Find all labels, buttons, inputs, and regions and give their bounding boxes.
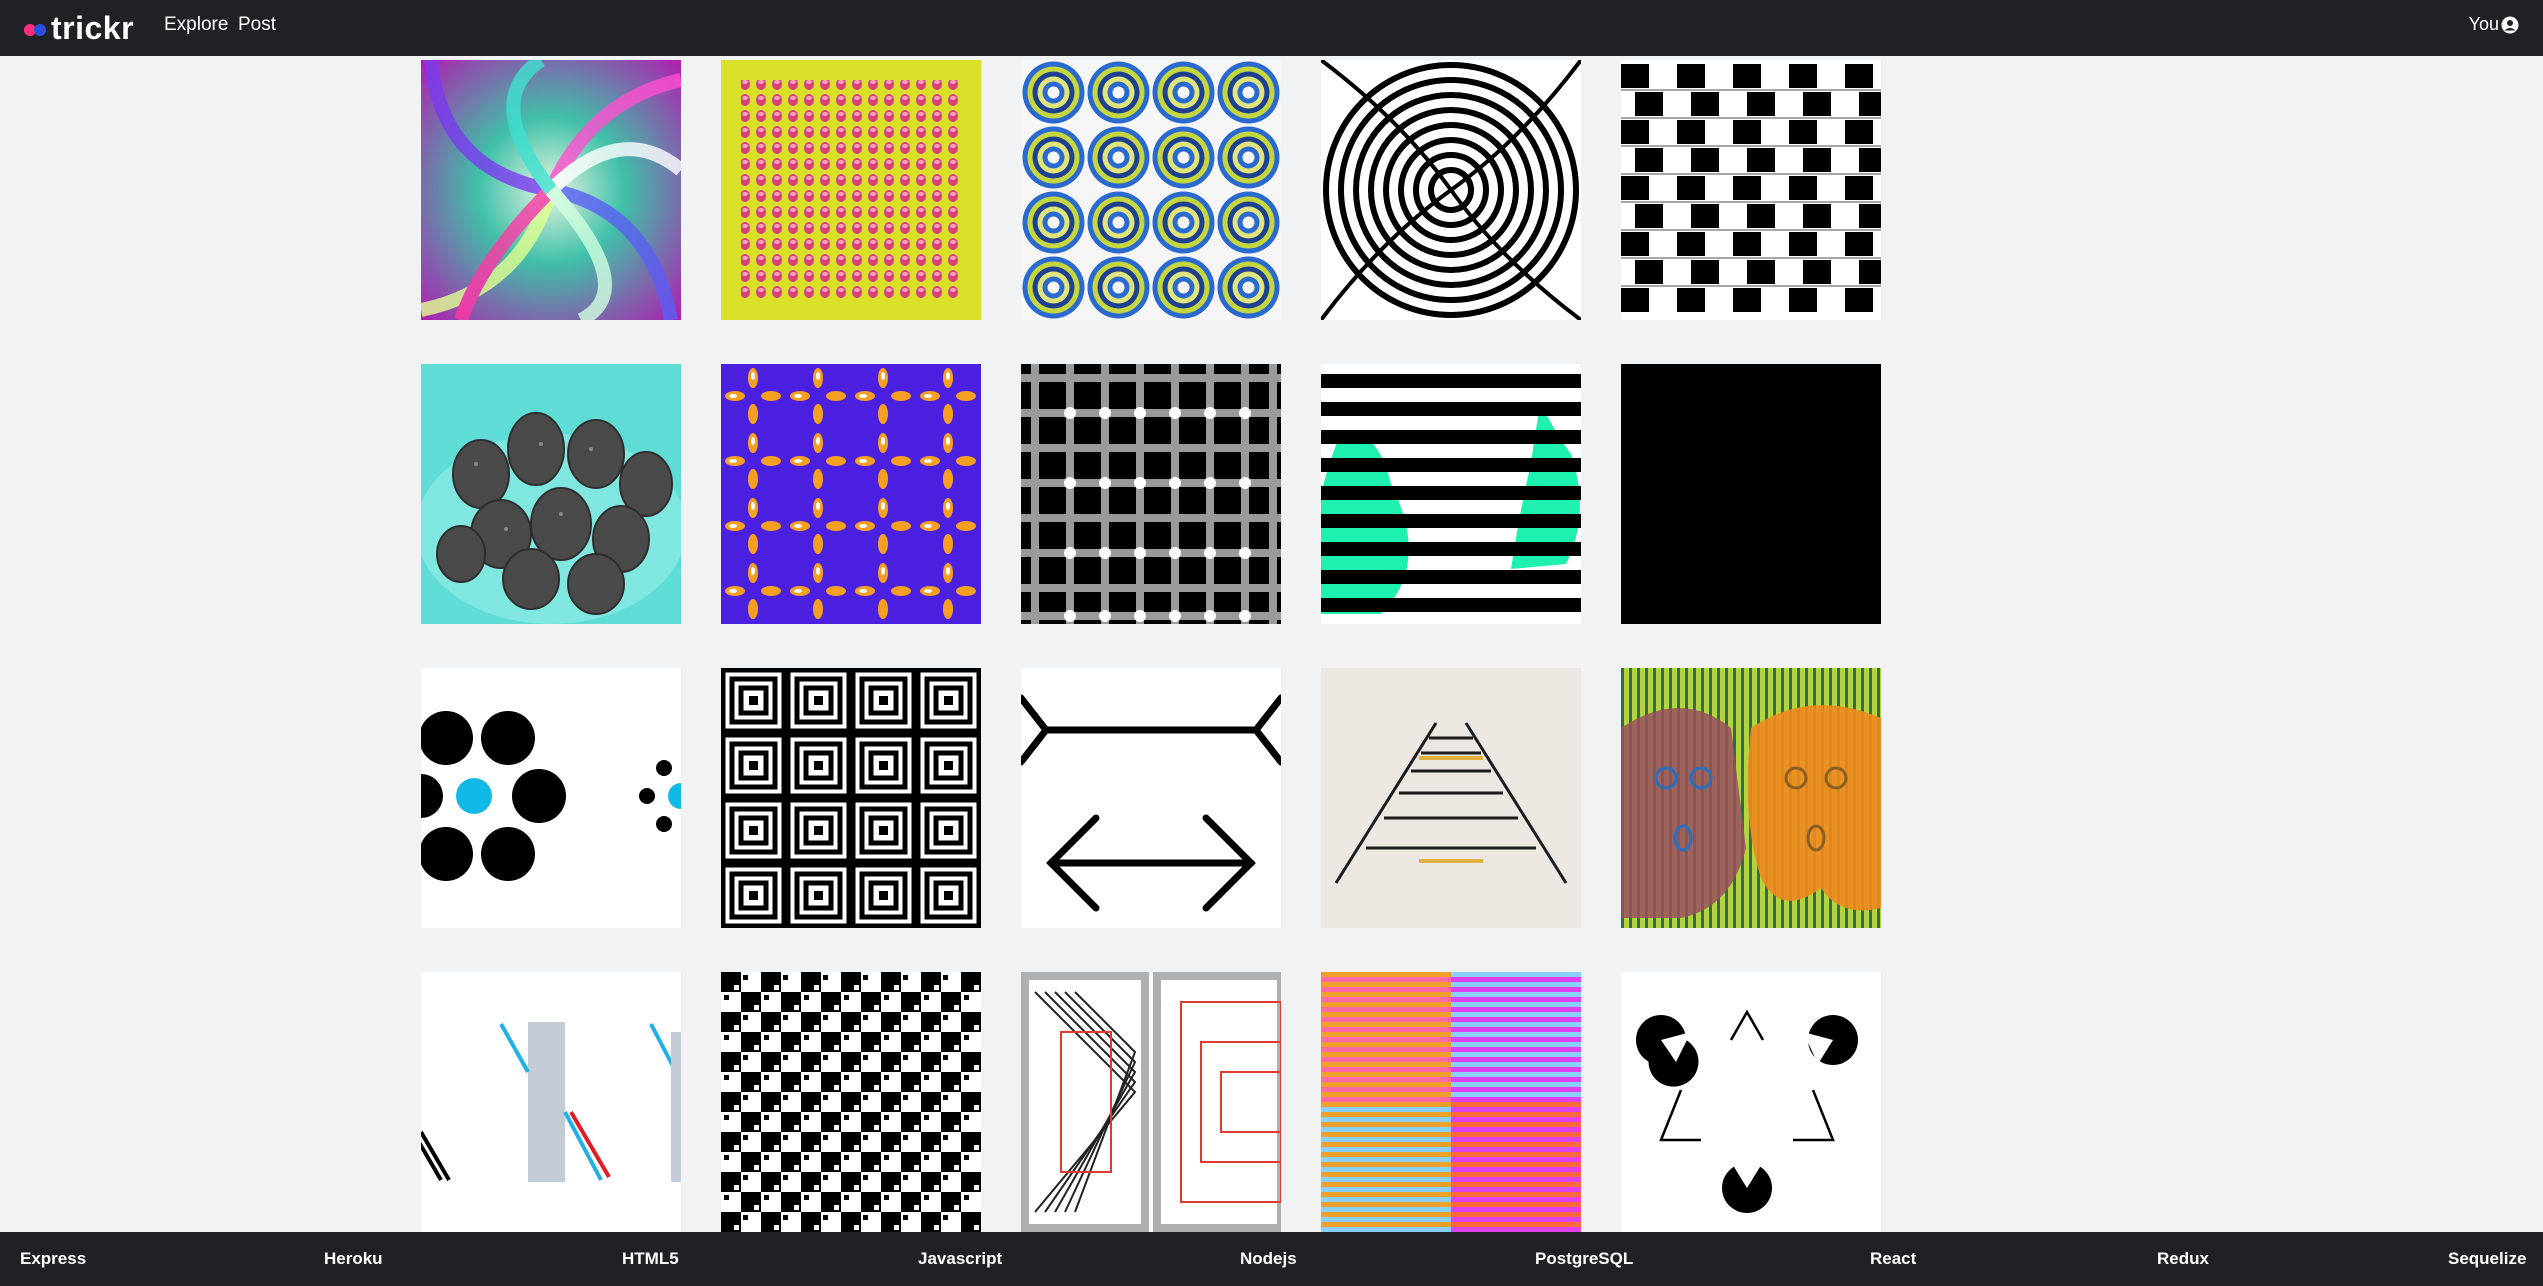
gallery-image-12[interactable]	[721, 668, 981, 928]
footer-link-redux[interactable]: Redux	[2157, 1249, 2209, 1269]
gallery-image-13[interactable]	[1021, 668, 1281, 928]
footer-link-sequelize[interactable]: Sequelize	[2448, 1249, 2526, 1269]
image-gallery	[0, 0, 2543, 1286]
gallery-image-3[interactable]	[1021, 60, 1281, 320]
footer-link-postgresql[interactable]: PostgreSQL	[1535, 1249, 1633, 1269]
gallery-image-19[interactable]	[1321, 972, 1581, 1232]
footer-link-react[interactable]: React	[1870, 1249, 1916, 1269]
footer-link-express[interactable]: Express	[20, 1249, 86, 1269]
gallery-image-7[interactable]	[721, 364, 981, 624]
footer-link-heroku[interactable]: Heroku	[324, 1249, 383, 1269]
gallery-image-10[interactable]	[1621, 364, 1881, 624]
gallery-image-5[interactable]	[1621, 60, 1881, 320]
gallery-image-18[interactable]	[1021, 972, 1281, 1232]
footer-tech-bar: Express Heroku HTML5 Javascript Nodejs P…	[0, 1232, 2543, 1286]
gallery-image-15[interactable]	[1621, 668, 1881, 928]
gallery-image-9[interactable]	[1321, 364, 1581, 624]
gallery-image-16[interactable]	[421, 972, 681, 1232]
gallery-image-17[interactable]	[721, 972, 981, 1232]
footer-link-html5[interactable]: HTML5	[622, 1249, 679, 1269]
gallery-image-11[interactable]	[421, 668, 681, 928]
gallery-image-8[interactable]	[1021, 364, 1281, 624]
gallery-image-2[interactable]	[721, 60, 981, 320]
gallery-image-1[interactable]	[421, 60, 681, 320]
gallery-image-4[interactable]	[1321, 60, 1581, 320]
gallery-image-14[interactable]	[1321, 668, 1581, 928]
footer-link-nodejs[interactable]: Nodejs	[1240, 1249, 1297, 1269]
gallery-image-20[interactable]	[1621, 972, 1881, 1232]
footer-link-javascript[interactable]: Javascript	[918, 1249, 1002, 1269]
gallery-image-6[interactable]	[421, 364, 681, 624]
